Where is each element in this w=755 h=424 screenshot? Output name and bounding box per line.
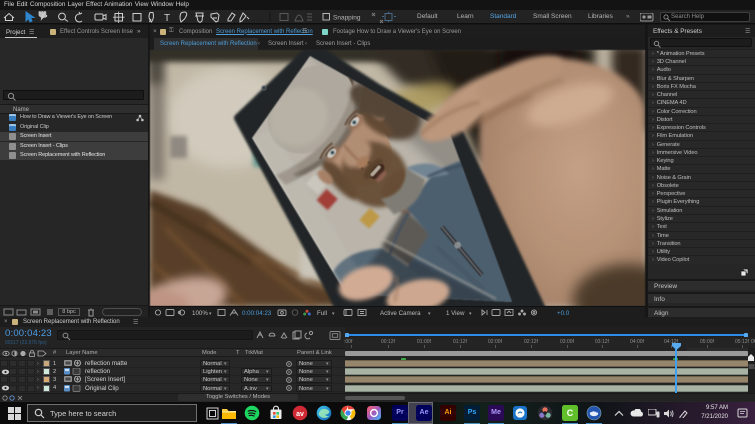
svg-text:av: av xyxy=(296,411,304,418)
svg-text:T: T xyxy=(164,13,170,24)
svg-text:Full: Full xyxy=(317,310,327,317)
svg-text:100%: 100% xyxy=(192,310,208,317)
svg-text:+0.0: +0.0 xyxy=(557,310,570,317)
svg-text:Snapping: Snapping xyxy=(333,15,361,22)
svg-text:1 View: 1 View xyxy=(446,310,465,317)
svg-text:0:00:04:23: 0:00:04:23 xyxy=(242,310,272,317)
svg-text:Active Camera: Active Camera xyxy=(380,310,421,317)
